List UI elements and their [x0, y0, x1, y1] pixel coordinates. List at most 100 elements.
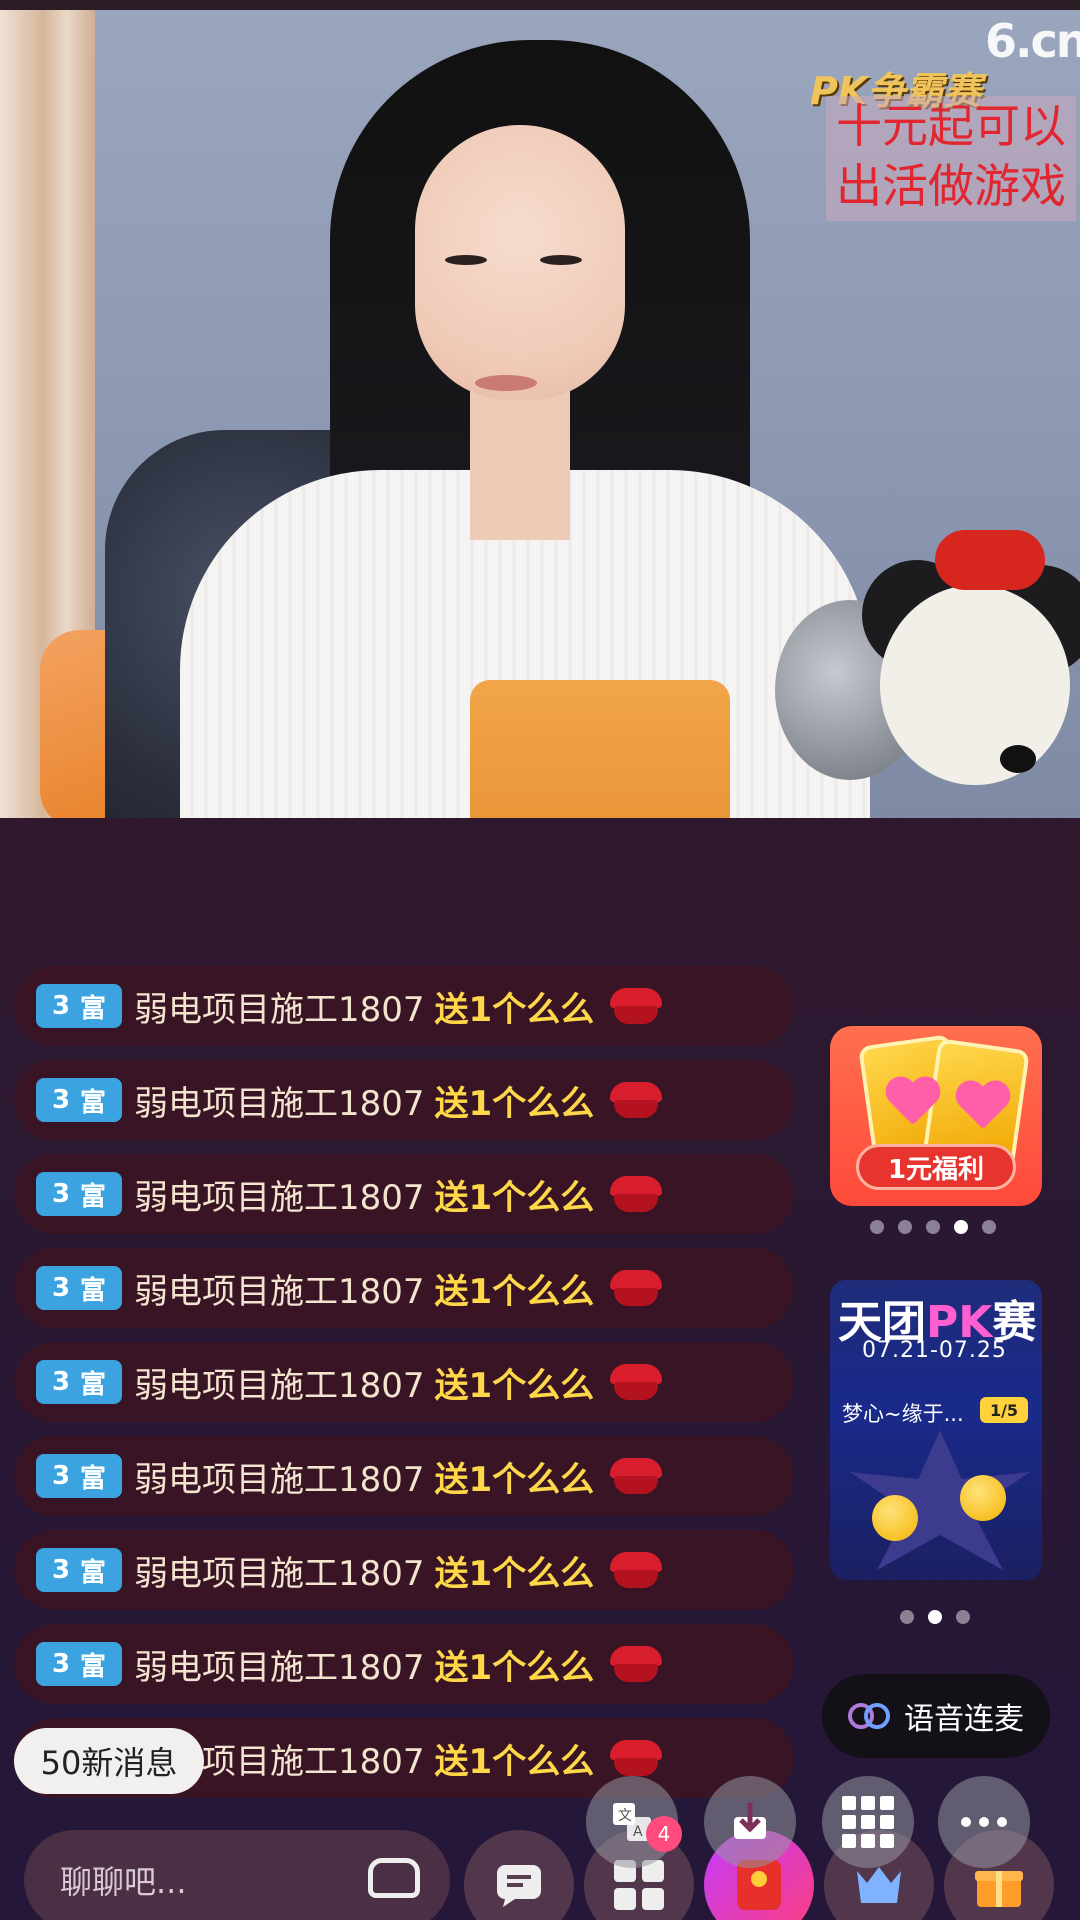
chat-username[interactable]: 弱电项目施工1807 — [134, 1452, 425, 1501]
badge-level: 3 — [51, 1085, 71, 1115]
chat-username[interactable]: 弱电项目施工1807 — [134, 1546, 425, 1595]
live-video[interactable]: 6.cn PK争霸赛 十元起可以 出活做游戏 — [0, 0, 1080, 818]
carousel-dot[interactable] — [870, 1220, 884, 1234]
badge-label: 富 — [80, 1557, 107, 1588]
chat-message[interactable]: 3富 弱电项目施工1807 送1个么么 — [14, 1154, 794, 1234]
chat-message[interactable]: 3富 弱电项目施工1807 送1个么么 — [14, 966, 794, 1046]
welfare-carousel-dots[interactable] — [870, 1220, 996, 1234]
badge-label: 富 — [80, 1181, 107, 1212]
wealth-level-badge: 3富 — [36, 1078, 122, 1122]
chat-username[interactable]: 弱电项目施工1807 — [134, 982, 425, 1031]
more-icon[interactable] — [938, 1776, 1030, 1868]
lips — [475, 375, 537, 391]
chat-message[interactable]: 3富 弱电项目施工1807 送1个么么 — [14, 1342, 794, 1422]
new-messages-button[interactable]: 50新消息 — [14, 1728, 204, 1794]
download-icon[interactable] — [704, 1776, 796, 1868]
chat-icon[interactable] — [464, 1830, 574, 1920]
carousel-dot[interactable] — [982, 1220, 996, 1234]
chat-username[interactable]: 弱电项目施工1807 — [134, 1076, 425, 1125]
pk-page-indicator: 1/5 — [980, 1397, 1028, 1423]
badge-label: 富 — [80, 1275, 107, 1306]
chat-input[interactable]: 聊聊吧... — [24, 1830, 450, 1920]
kiss-gift-icon — [608, 1642, 664, 1686]
carousel-dot[interactable] — [900, 1610, 914, 1624]
status-strip — [0, 0, 1080, 10]
chat-message[interactable]: 3富 弱电项目施工1807 送1个么么 — [14, 1060, 794, 1140]
team-pk-card[interactable]: 天团PK赛 07.21-07.25 梦心~缘于... 1/5 — [830, 1280, 1042, 1580]
carousel-dot[interactable] — [898, 1220, 912, 1234]
pk-dates: 07.21-07.25 — [862, 1338, 1007, 1363]
promo-line-1: 十元起可以 — [836, 99, 1066, 153]
translate-icon[interactable]: 文A 4 — [586, 1776, 682, 1868]
apps-icon[interactable] — [822, 1776, 914, 1868]
badge-label: 富 — [80, 1087, 107, 1118]
chat-list[interactable]: 3富 弱电项目施工1807 送1个么么 3富 弱电项目施工1807 送1个么么 … — [14, 966, 794, 1812]
eye-left — [445, 255, 487, 265]
chat-username[interactable]: 弱电项目施工1807 — [134, 1264, 425, 1313]
chat-message[interactable]: 3富 弱电项目施工1807 送1个么么 — [14, 1436, 794, 1516]
svg-text:A: A — [633, 1824, 643, 1840]
gift-action: 送1个么么 — [434, 1365, 595, 1406]
plush-nose — [1000, 745, 1036, 773]
welfare-banner[interactable]: 1元福利 — [830, 1026, 1042, 1206]
kiss-gift-icon — [608, 1454, 664, 1498]
welfare-label: 1元福利 — [856, 1144, 1016, 1190]
streamer-neck — [470, 390, 570, 540]
voice-connect-button[interactable]: 语音连麦 — [822, 1674, 1050, 1758]
chat-message[interactable]: 3富 弱电项目施工1807 送1个么么 — [14, 1248, 794, 1328]
gift-action: 送1个么么 — [434, 1741, 595, 1782]
gift-action: 送1个么么 — [434, 1553, 595, 1594]
svg-text:文: 文 — [618, 1808, 632, 1824]
badge-level: 3 — [51, 1179, 71, 1209]
kiss-gift-icon — [608, 1548, 664, 1592]
heart-icon — [954, 1082, 1010, 1132]
emoji-face-icon — [960, 1475, 1006, 1521]
chat-message[interactable]: 3富 弱电项目施工1807 送1个么么 — [14, 1624, 794, 1704]
gift-action: 送1个么么 — [434, 1177, 595, 1218]
carousel-dot[interactable] — [956, 1610, 970, 1624]
kiss-gift-icon — [608, 1736, 664, 1780]
badge-level: 3 — [51, 1461, 71, 1491]
chat-message[interactable]: 3富 弱电项目施工1807 送1个么么 — [14, 1530, 794, 1610]
plush-bow — [935, 530, 1045, 590]
wealth-level-badge: 3富 — [36, 1172, 122, 1216]
kiss-gift-icon — [608, 1078, 664, 1122]
promo-overlay: 十元起可以 出活做游戏 — [826, 96, 1076, 221]
kiss-gift-icon — [608, 1360, 664, 1404]
wealth-level-badge: 3富 — [36, 1642, 122, 1686]
kiss-gift-icon — [608, 984, 664, 1028]
badge-label: 富 — [80, 1651, 107, 1682]
kiss-gift-icon — [608, 1266, 664, 1310]
plush-toy-head — [880, 585, 1070, 785]
wealth-level-badge: 3富 — [36, 1548, 122, 1592]
voice-connect-label: 语音连麦 — [904, 1702, 1024, 1737]
link-rings-icon — [848, 1703, 892, 1729]
carousel-dot-active[interactable] — [954, 1220, 968, 1234]
chat-username[interactable]: 弱电项目施工1807 — [134, 1358, 425, 1407]
chat-input-placeholder: 聊聊吧... — [60, 1863, 187, 1901]
badge-label: 富 — [80, 1369, 107, 1400]
gift-action: 送1个么么 — [434, 1083, 595, 1124]
wealth-level-badge: 3富 — [36, 1266, 122, 1310]
badge-level: 3 — [51, 1273, 71, 1303]
pk-team-name: 梦心~缘于... — [842, 1402, 964, 1426]
badge-level: 3 — [51, 991, 71, 1021]
badge-level: 3 — [51, 1649, 71, 1679]
pk-carousel-dots[interactable] — [900, 1610, 970, 1624]
emoji-face-icon — [872, 1495, 918, 1541]
chat-username[interactable]: 弱电项目施工1807 — [134, 1640, 425, 1689]
carousel-dot[interactable] — [926, 1220, 940, 1234]
sofa-icon[interactable] — [368, 1858, 420, 1898]
wealth-level-badge: 3富 — [36, 984, 122, 1028]
badge-label: 富 — [80, 993, 107, 1024]
site-logo: 6.cn — [985, 14, 1080, 68]
kiss-gift-icon — [608, 1172, 664, 1216]
wealth-level-badge: 3富 — [36, 1360, 122, 1404]
gift-action: 送1个么么 — [434, 989, 595, 1030]
gift-action: 送1个么么 — [434, 1459, 595, 1500]
wealth-level-badge: 3富 — [36, 1454, 122, 1498]
badge-label: 富 — [80, 1463, 107, 1494]
carousel-dot-active[interactable] — [928, 1610, 942, 1624]
chat-username[interactable]: 弱电项目施工1807 — [134, 1170, 425, 1219]
badge-level: 3 — [51, 1367, 71, 1397]
